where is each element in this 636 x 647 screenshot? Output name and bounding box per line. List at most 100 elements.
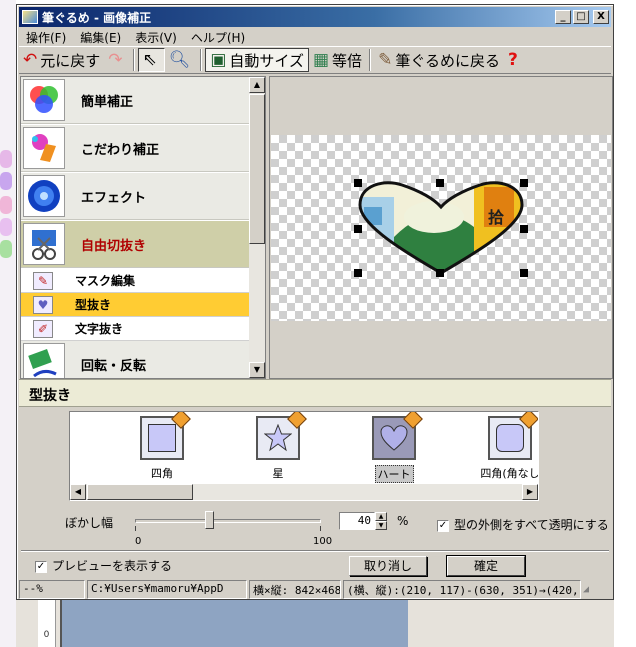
resize-handle[interactable] (436, 179, 444, 187)
shape-square[interactable]: 四角 (114, 412, 210, 481)
status-size: 横×縦: 842×468 (249, 580, 341, 599)
scroll-down-button[interactable]: ▼ (249, 362, 265, 378)
show-preview-option[interactable]: ✓ プレビューを表示する (35, 557, 172, 574)
resize-handle[interactable] (354, 269, 362, 277)
zoom-tool-button[interactable]: 🔍︎ (165, 48, 198, 72)
divider (21, 550, 609, 552)
panel-scrollbar[interactable]: ▲ ▼ (249, 77, 265, 378)
scroll-thumb[interactable] (87, 484, 193, 500)
scroll-left-button[interactable]: ◀ (70, 484, 86, 500)
scroll-thumb[interactable] (249, 94, 265, 244)
resize-grip-icon[interactable]: ◢ (583, 580, 597, 599)
spin-down-button[interactable]: ▼ (375, 521, 387, 530)
shape-heart[interactable]: ハート (346, 412, 442, 483)
actual-size-button[interactable]: ▦ 等倍 (309, 48, 366, 72)
show-preview-checkbox[interactable]: ✓ (35, 560, 47, 573)
blur-slider-thumb[interactable] (205, 511, 215, 529)
resize-handle[interactable] (436, 269, 444, 277)
maximize-button[interactable]: □ (573, 10, 589, 24)
image-correction-window: 筆ぐるめ - 画像補正 _ □ X 操作(F) 編集(E) 表示(V) ヘルプ(… (16, 4, 614, 600)
resize-handle[interactable] (354, 179, 362, 187)
resize-handle[interactable] (520, 269, 528, 277)
menu-operation[interactable]: 操作(F) (19, 28, 73, 46)
hand-palette-icon (23, 127, 65, 169)
toolbar-separator (200, 49, 203, 71)
spin-up-button[interactable]: ▲ (375, 512, 387, 521)
resize-handle[interactable] (520, 225, 528, 233)
subitem-label: マスク編集 (75, 274, 136, 288)
outside-transparent-label: 型の外側をすべて透明にする (454, 518, 609, 532)
window-title: 筆ぐるめ - 画像補正 (42, 10, 152, 25)
subitem-label: 型抜き (75, 298, 112, 312)
category-label: 簡単補正 (81, 94, 134, 110)
toolbar: ↶ 元に戻す ↷ ⇖ 🔍︎ ▣ 自動サイズ ▦ 等倍 ✎ 筆ぐるめに戻る ? (19, 46, 611, 74)
menu-edit[interactable]: 編集(E) (73, 28, 128, 46)
sticker-icon (0, 240, 12, 258)
scroll-right-button[interactable]: ▶ (522, 484, 538, 500)
redo-arrow-icon: ↷ (108, 50, 123, 70)
monitor-icon: ▣ (210, 50, 227, 70)
subitem-shape-cutout[interactable]: ♥ 型抜き (21, 293, 251, 317)
heart-cutout-image[interactable]: 拾 (354, 177, 528, 277)
category-easy-correction[interactable]: 簡単補正 (21, 77, 251, 124)
color-wheel-icon (23, 79, 65, 121)
shape-list: 四角 星 ハート 四角(角なし ◀ ▶ (69, 411, 539, 501)
redo-button[interactable]: ↷ (104, 48, 129, 72)
rotate-icon (23, 343, 65, 378)
select-tool-button[interactable]: ⇖ (137, 48, 165, 72)
ok-button[interactable]: 確定 (446, 555, 526, 577)
mask-edit-icon: ✎ (33, 271, 53, 290)
desktop-background-left (0, 0, 16, 647)
status-path: C:¥Users¥mamoru¥AppD (87, 580, 247, 599)
blur-slider-track[interactable] (135, 519, 321, 523)
square-shape-icon (140, 412, 191, 460)
menu-help[interactable]: ヘルプ(H) (184, 28, 252, 46)
category-detailed-correction[interactable]: こだわり補正 (21, 125, 251, 172)
cancel-button[interactable]: 取り消し (349, 556, 427, 576)
sticker-icon (0, 196, 12, 214)
subitem-text-cutout[interactable]: ✐ 文字抜き (21, 317, 251, 341)
close-button[interactable]: X (593, 10, 609, 24)
minimize-button[interactable]: _ (555, 10, 571, 24)
return-to-fudegurume-button[interactable]: ✎ 筆ぐるめに戻る (374, 48, 504, 72)
undo-button[interactable]: ↶ 元に戻す (19, 48, 104, 72)
status-zoom: --% (19, 580, 85, 599)
magnifier-icon: 🔍︎ (168, 50, 191, 70)
auto-size-label: 自動サイズ (229, 51, 304, 70)
outside-transparent-option[interactable]: ✓ 型の外側をすべて透明にする (437, 516, 609, 533)
status-bar: --% C:¥Users¥mamoru¥AppD 横×縦: 842×468 (横… (19, 580, 611, 599)
help-question-icon: ? (508, 50, 518, 70)
rounded-square-shape-icon (488, 412, 538, 460)
category-label: 回転・反転 (81, 358, 147, 374)
help-button[interactable]: ? (504, 48, 525, 72)
pencil-note-icon: ✎ (378, 50, 393, 70)
subitem-mask-edit[interactable]: ✎ マスク編集 (21, 269, 251, 293)
outside-transparent-checkbox[interactable]: ✓ (437, 519, 449, 532)
title-bar[interactable]: 筆ぐるめ - 画像補正 _ □ X (19, 7, 611, 27)
pointer-icon: ⇖ (142, 50, 157, 70)
menu-view[interactable]: 表示(V) (128, 28, 184, 46)
desktop-background-bottom: 0 (16, 600, 614, 647)
shape-label: 四角 (151, 467, 173, 480)
resize-handle[interactable] (520, 179, 528, 187)
category-rotate-flip[interactable]: 回転・反転 (21, 341, 251, 378)
ruler: 0 (38, 600, 56, 647)
category-free-cutout[interactable]: 自由切抜き (21, 221, 251, 268)
category-label: エフェクト (81, 190, 147, 206)
blur-value-input[interactable]: 40 (339, 512, 375, 530)
resize-handle[interactable] (354, 225, 362, 233)
shape-list-scrollbar[interactable]: ◀ ▶ (70, 484, 538, 500)
scroll-up-button[interactable]: ▲ (249, 77, 265, 93)
shape-star[interactable]: 星 (230, 412, 326, 481)
desktop-background-right (614, 0, 636, 647)
blur-slider-ticks (135, 526, 321, 531)
image-preview: 拾 (269, 76, 613, 379)
category-effect[interactable]: エフェクト (21, 173, 251, 220)
auto-size-button[interactable]: ▣ 自動サイズ (205, 48, 309, 72)
sticker-icon (0, 218, 12, 236)
section-title: 型抜き (19, 379, 611, 407)
toolbar-separator (369, 49, 372, 71)
subitem-label: 文字抜き (75, 322, 124, 336)
sticker-icon (0, 150, 12, 168)
shape-rounded-square[interactable]: 四角(角なし (462, 412, 538, 481)
